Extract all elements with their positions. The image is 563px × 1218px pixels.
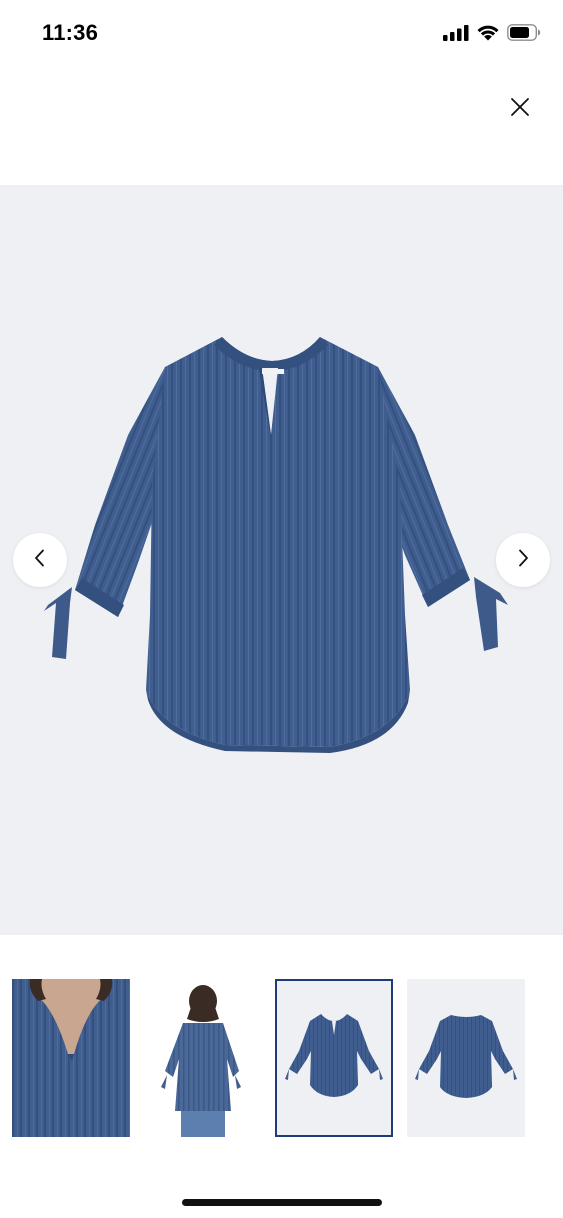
- thumbnail-strip: [0, 979, 563, 1139]
- close-icon: [510, 97, 530, 122]
- thumbnail-back-flat[interactable]: [407, 979, 525, 1137]
- blouse-front-illustration: [44, 337, 508, 753]
- close-button[interactable]: [505, 94, 535, 124]
- chevron-left-icon: [33, 549, 47, 572]
- product-main-image[interactable]: [0, 185, 563, 935]
- status-icons: [443, 24, 541, 46]
- cellular-signal-icon: [443, 24, 469, 46]
- status-bar: 11:36: [0, 0, 563, 70]
- chevron-right-icon: [516, 549, 530, 572]
- home-indicator: [182, 1199, 382, 1206]
- wifi-icon: [476, 24, 500, 46]
- thumbnail-front-flat[interactable]: [275, 979, 393, 1137]
- battery-icon: [507, 24, 541, 46]
- previous-image-button[interactable]: [13, 533, 67, 587]
- next-image-button[interactable]: [496, 533, 550, 587]
- thumbnail-back-on-model[interactable]: [143, 979, 261, 1137]
- thumbnail-neckline-closeup[interactable]: [12, 979, 130, 1137]
- status-time: 11:36: [42, 20, 99, 45]
